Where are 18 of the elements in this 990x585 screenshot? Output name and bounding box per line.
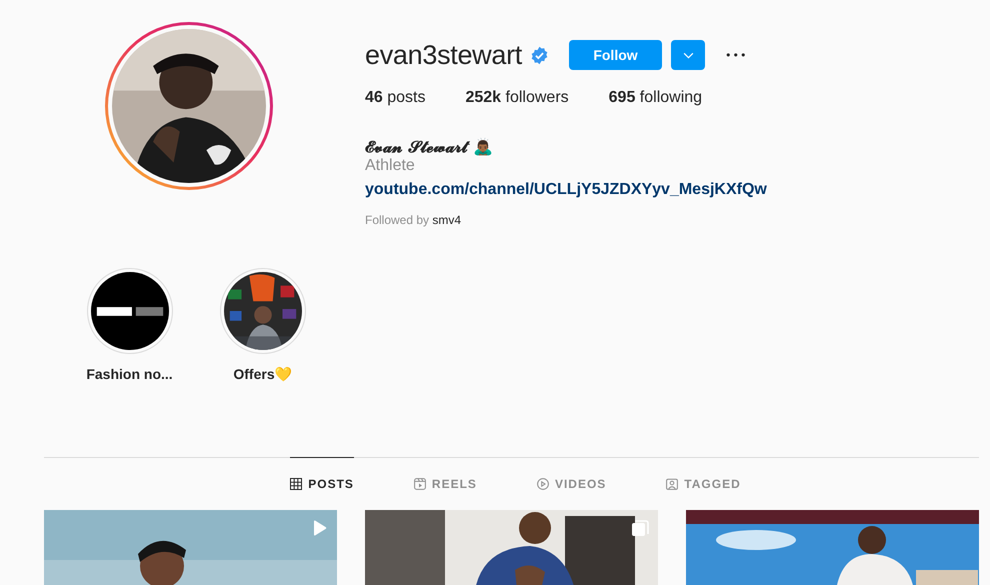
profile-stat[interactable]: 252k followers (465, 89, 569, 107)
followed-by-text[interactable]: Followed by smv4 (365, 213, 462, 227)
profile-tab[interactable]: POSTS (290, 457, 354, 509)
category-label: Athlete (365, 157, 415, 175)
profile-stat[interactable]: 695 following (608, 89, 702, 107)
profile-stat[interactable]: 46 posts (365, 89, 426, 107)
more-options-button[interactable]: ••• (721, 48, 752, 62)
chevron-down-icon (682, 52, 694, 58)
highlight-label: Fashion no... (86, 366, 173, 382)
multiple-photos-icon (631, 519, 649, 537)
grid-icon (290, 478, 302, 490)
play-circle-icon (536, 478, 549, 490)
website-link[interactable]: youtube.com/channel/UCLLjY5JZDXYyv_MesjKXfQw (365, 181, 767, 199)
username: evan3stewart (365, 40, 522, 70)
full-name: 𝓔𝓿𝓪𝓷 𝓢𝓽𝓮𝔀𝓪𝓻𝓽 🙇🏾‍♂ (365, 137, 494, 156)
tagged-person-icon (666, 478, 678, 490)
highlight-label: Offers💛 (233, 366, 292, 382)
reels-icon (414, 478, 426, 490)
